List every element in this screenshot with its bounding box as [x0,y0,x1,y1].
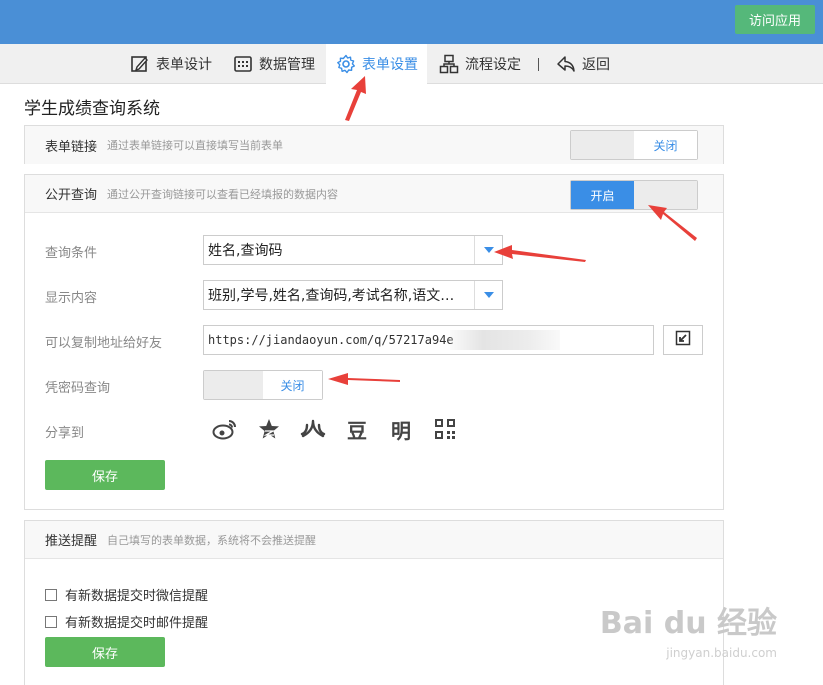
email-reminder-checkbox[interactable] [45,615,57,628]
public-query-panel: 公开查询 通过公开查询链接可以查看已经填报的数据内容 开启 查询条件 姓名,查询… [24,174,724,510]
tab-label: 数据管理 [259,57,315,73]
top-bar: 访问应用 [0,0,823,44]
edit-icon [130,54,150,74]
chevron-down-icon[interactable] [474,281,502,309]
panel-title: 公开查询 [45,188,98,203]
tab-label: 流程设定 [465,57,521,73]
renren-icon[interactable] [291,417,335,441]
link-value: https://jiandaoyun.com/q/57217a94e [208,333,454,347]
tab-data-management[interactable]: 数据管理 [233,44,315,84]
qzone-icon[interactable] [247,417,291,441]
query-condition-label: 查询条件 [45,246,98,261]
tab-label: 表单设置 [362,57,418,73]
toggle-track [634,181,697,209]
form-link-panel: 表单链接 通过表单链接可以直接填写当前表单 关闭 [24,125,724,164]
tab-flow-settings[interactable]: 流程设定 [439,44,521,84]
external-link-icon [675,330,691,350]
tab-back[interactable]: 返回 [556,44,610,84]
open-link-button[interactable] [663,325,703,355]
toggle-track [571,131,634,159]
public-query-toggle[interactable]: 开启 [570,180,698,210]
panel-title: 推送提醒 [45,534,98,549]
nav-separator [538,58,539,71]
flow-icon [439,54,459,74]
select-value: 班别,学号,姓名,查询码,考试名称,语文… [208,288,455,304]
display-content-label: 显示内容 [45,291,98,306]
back-icon [556,54,576,74]
douban-icon[interactable]: 豆 [335,417,379,443]
option-label: 有新数据提交时微信提醒 [65,589,209,604]
share-label: 分享到 [45,426,85,441]
tab-label: 表单设计 [156,57,212,73]
nav-bar: 表单设计 数据管理 表单设置 流程设定 返回 [0,44,823,84]
tab-label: 返回 [582,57,610,73]
wechat-reminder-option[interactable]: 有新数据提交时微信提醒 [45,585,208,604]
baidu-watermark: Bai du 经验 [599,606,777,641]
wechat-reminder-checkbox[interactable] [45,588,57,601]
toggle-track [204,371,263,399]
panel-description: 通过公开查询链接可以查看已经填报的数据内容 [107,187,339,201]
email-reminder-option[interactable]: 有新数据提交时邮件提醒 [45,612,208,631]
toggle-off-label: 关闭 [634,131,697,159]
toggle-off-label: 关闭 [263,371,322,399]
ming-icon[interactable]: 明 [379,417,423,443]
redacted-region [450,330,560,350]
chevron-down-icon[interactable] [474,236,502,264]
copy-link-label: 可以复制地址给好友 [45,336,163,351]
save-button[interactable]: 保存 [45,637,165,667]
baidu-watermark-url: jingyan.baidu.com [666,646,777,660]
qrcode-icon[interactable] [423,417,467,441]
display-content-select[interactable]: 班别,学号,姓名,查询码,考试名称,语文… [203,280,503,310]
gear-icon [336,54,356,74]
page-title: 学生成绩查询系统 [24,99,160,119]
tab-form-settings[interactable]: 表单设置 [326,44,427,84]
tab-form-design[interactable]: 表单设计 [130,44,212,84]
save-button[interactable]: 保存 [45,460,165,490]
panel-description: 自己填写的表单数据，系统将不会推送提醒 [107,533,317,547]
visit-app-button[interactable]: 访问应用 [735,5,815,34]
panel-title: 表单链接 [45,139,98,155]
public-link-field[interactable]: https://jiandaoyun.com/q/57217a94e [203,325,654,355]
option-label: 有新数据提交时邮件提醒 [65,616,209,631]
form-link-toggle[interactable]: 关闭 [570,130,698,160]
share-icons: 豆 明 [203,417,467,443]
toggle-on-label: 开启 [571,181,634,209]
panel-header: 推送提醒 自己填写的表单数据，系统将不会推送提醒 [25,521,723,559]
select-value: 姓名,查询码 [208,243,283,259]
panel-description: 通过表单链接可以直接填写当前表单 [107,139,284,152]
query-condition-select[interactable]: 姓名,查询码 [203,235,503,265]
table-icon [233,54,253,74]
weibo-icon[interactable] [203,417,247,441]
password-query-label: 凭密码查询 [45,381,111,396]
password-query-toggle[interactable]: 关闭 [203,370,323,400]
